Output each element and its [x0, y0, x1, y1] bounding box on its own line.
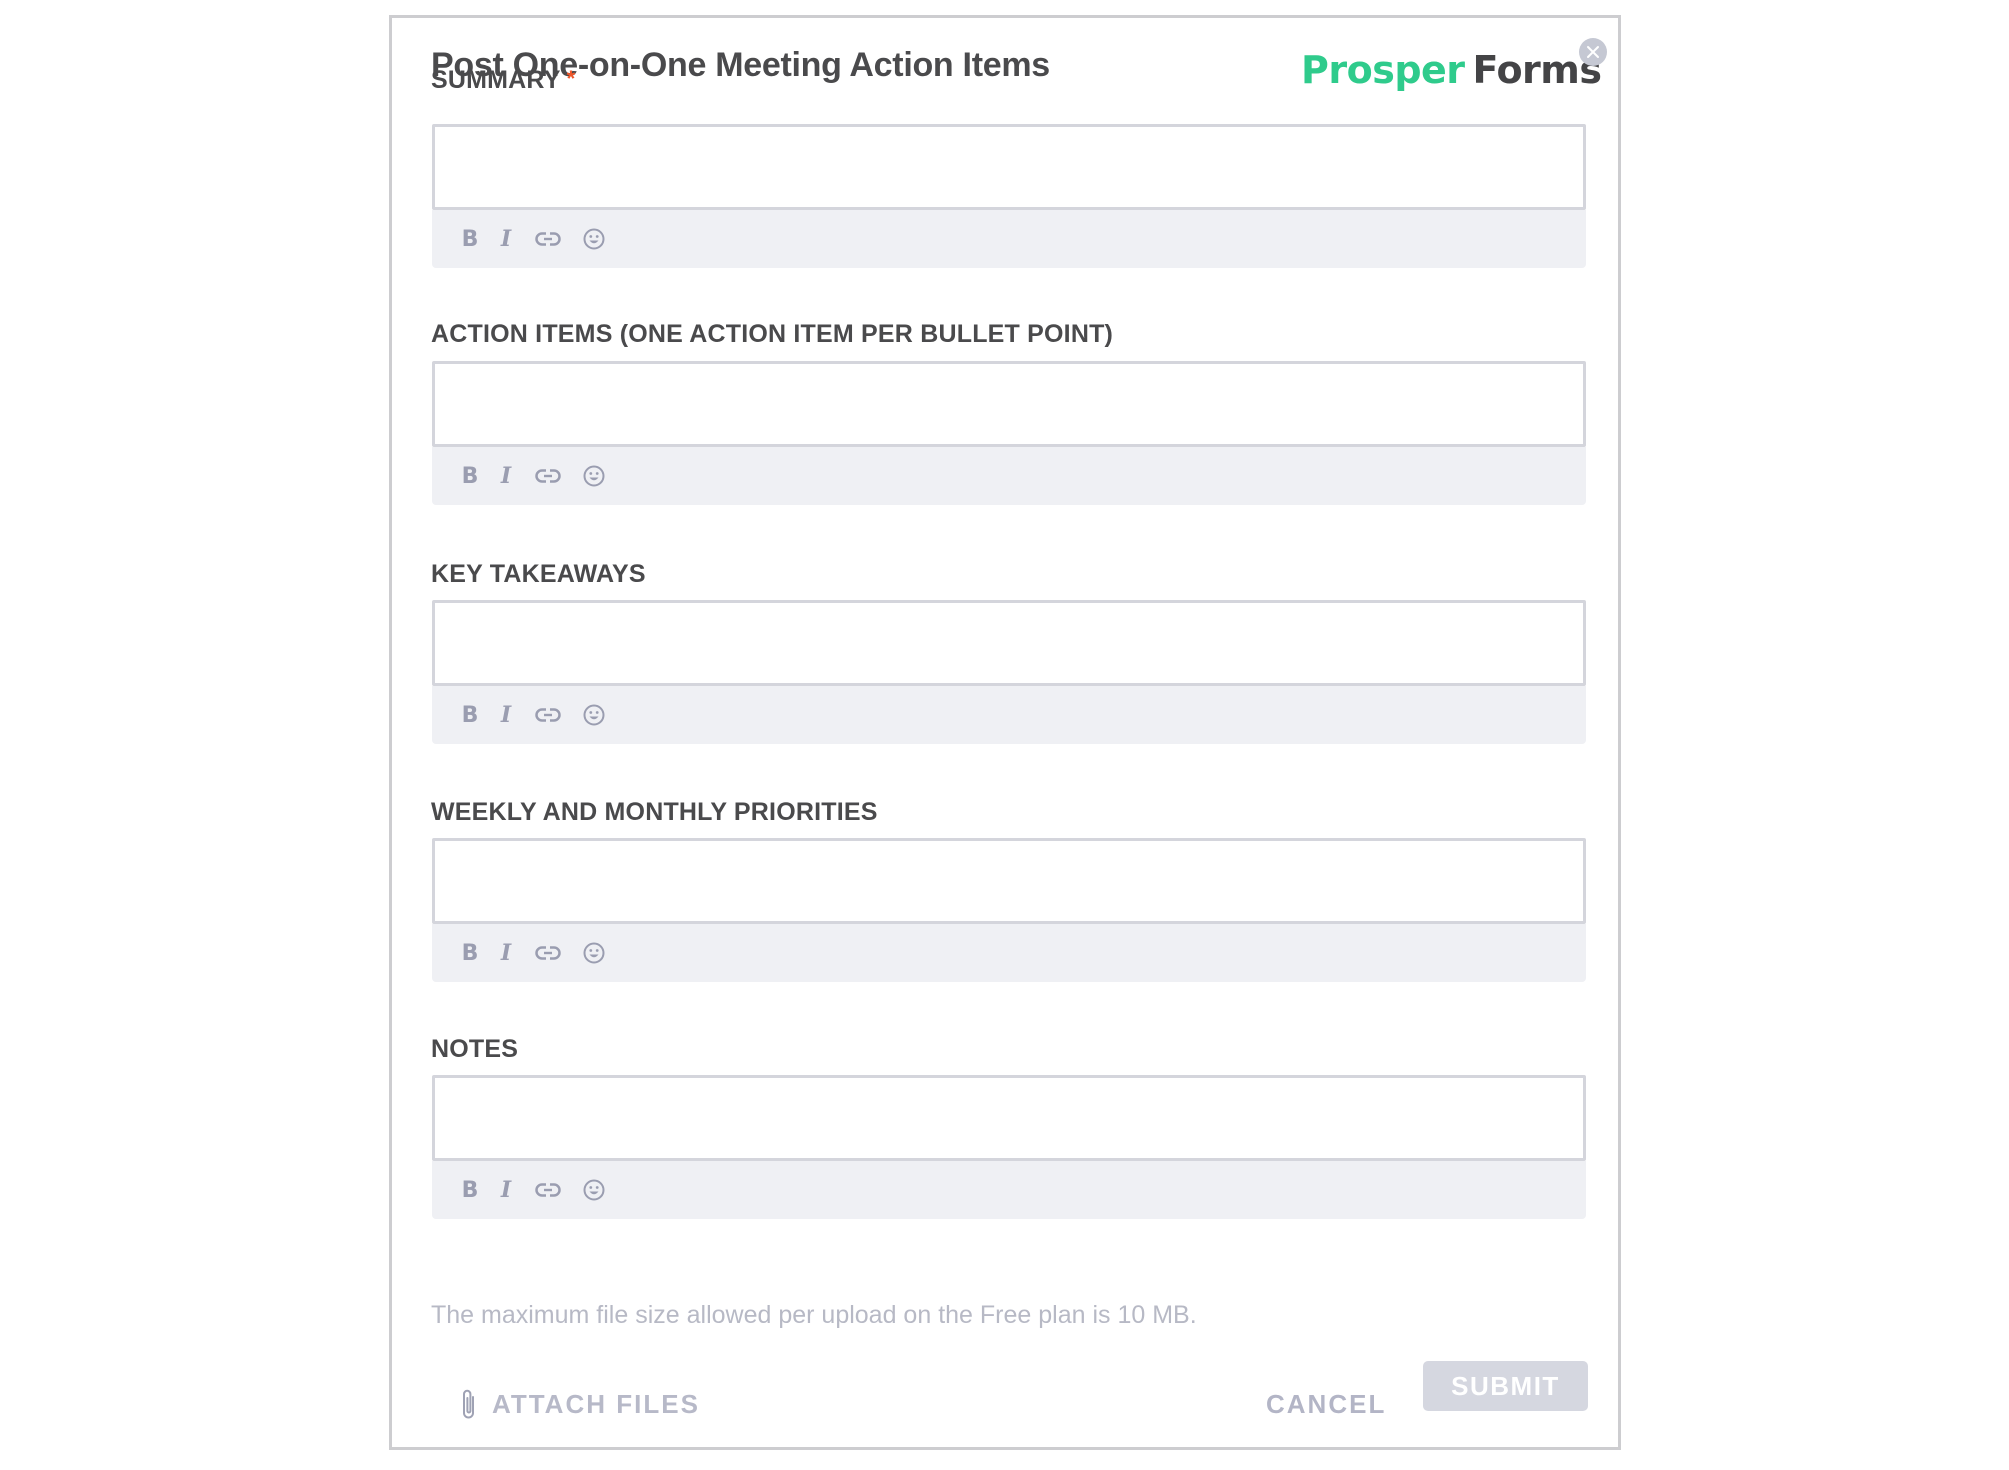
link-icon — [535, 946, 561, 960]
field-label-key-takeaways: KEY TAKEAWAYS — [431, 560, 646, 588]
link-icon — [535, 708, 561, 722]
action-items-input[interactable] — [432, 361, 1586, 447]
italic-button[interactable]: I — [498, 463, 514, 489]
emoji-button[interactable] — [582, 703, 606, 727]
italic-button[interactable]: I — [498, 940, 514, 966]
weekly-monthly-priorities-input[interactable] — [432, 838, 1586, 924]
summary-input[interactable] — [432, 124, 1586, 210]
editor-toolbar: B I — [432, 210, 1586, 268]
link-icon — [535, 232, 561, 246]
bold-button[interactable]: B — [462, 227, 479, 252]
bold-button[interactable]: B — [462, 1178, 479, 1203]
link-button[interactable] — [534, 1178, 562, 1202]
field-label-summary: SUMMARY * — [431, 66, 575, 95]
prosperforms-logo: Prosper Forms — [1301, 48, 1602, 92]
editor-summary: B I — [432, 124, 1586, 268]
editor-key-takeaways: B I — [432, 600, 1586, 744]
emoji-icon — [583, 465, 605, 487]
editor-weekly-monthly-priorities: B I — [432, 838, 1586, 982]
italic-button[interactable]: I — [498, 1177, 514, 1203]
emoji-button[interactable] — [582, 941, 606, 965]
emoji-button[interactable] — [582, 227, 606, 251]
field-label-notes: NOTES — [431, 1035, 519, 1063]
bold-button[interactable]: B — [462, 464, 479, 489]
link-icon — [535, 469, 561, 483]
link-button[interactable] — [534, 941, 562, 965]
emoji-icon — [583, 1179, 605, 1201]
file-size-note: The maximum file size allowed per upload… — [431, 1301, 1197, 1329]
emoji-button[interactable] — [582, 1178, 606, 1202]
close-button[interactable] — [1579, 38, 1607, 66]
italic-button[interactable]: I — [498, 226, 514, 252]
editor-toolbar: B I — [432, 686, 1586, 744]
editor-toolbar: B I — [432, 447, 1586, 505]
link-button[interactable] — [534, 703, 562, 727]
bold-button[interactable]: B — [462, 703, 479, 728]
editor-notes: B I — [432, 1075, 1586, 1219]
key-takeaways-input[interactable] — [432, 600, 1586, 686]
emoji-icon — [583, 704, 605, 726]
attach-files-button[interactable]: ATTACH FILES — [460, 1384, 700, 1424]
field-label-action-items: ACTION ITEMS (ONE ACTION ITEM PER BULLET… — [431, 320, 1114, 348]
emoji-button[interactable] — [582, 464, 606, 488]
notes-input[interactable] — [432, 1075, 1586, 1161]
required-marker: * — [566, 66, 576, 91]
attach-files-label: ATTACH FILES — [492, 1388, 700, 1419]
submit-button[interactable]: SUBMIT — [1423, 1361, 1588, 1411]
emoji-icon — [583, 228, 605, 250]
link-button[interactable] — [534, 227, 562, 251]
form-card: Post One-on-One Meeting Action Items Pro… — [389, 15, 1621, 1450]
emoji-icon — [583, 942, 605, 964]
editor-toolbar: B I — [432, 924, 1586, 982]
logo-part-prosper: Prosper — [1301, 48, 1465, 92]
editor-toolbar: B I — [432, 1161, 1586, 1219]
link-button[interactable] — [534, 464, 562, 488]
bold-button[interactable]: B — [462, 941, 479, 966]
link-icon — [535, 1183, 561, 1197]
cancel-button[interactable]: CANCEL — [1266, 1384, 1386, 1424]
paperclip-icon — [463, 1389, 474, 1419]
editor-action-items: B I — [432, 361, 1586, 505]
field-label-text: SUMMARY — [431, 66, 561, 94]
close-icon — [1587, 46, 1599, 58]
field-label-weekly-monthly-priorities: WEEKLY AND MONTHLY PRIORITIES — [431, 798, 878, 826]
italic-button[interactable]: I — [498, 702, 514, 728]
